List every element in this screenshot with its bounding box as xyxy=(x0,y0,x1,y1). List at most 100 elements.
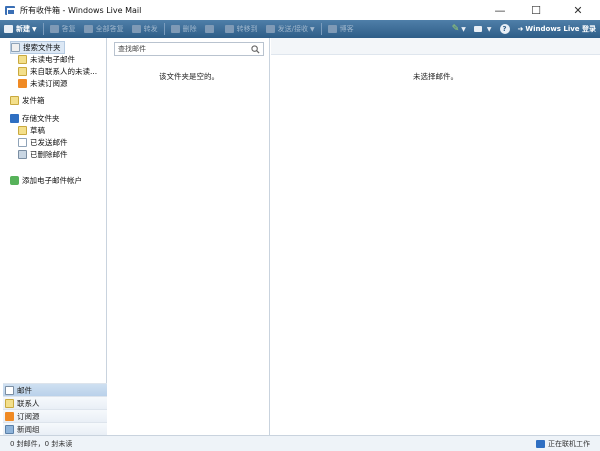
toolbar: 新建 ▼ 答复 全部答复 转发 删除 转移到 发送/接收 ▼ 博客 ✎ ▼ ▼ … xyxy=(0,20,600,38)
folder-label: 搜索文件夹 xyxy=(23,43,61,52)
reading-pane-header xyxy=(271,38,600,55)
search-icon[interactable] xyxy=(251,45,260,54)
forward-label: 转发 xyxy=(143,25,158,33)
blog-button[interactable]: 博客 xyxy=(324,20,358,38)
blog-icon xyxy=(327,25,337,33)
search-folder-icon xyxy=(11,43,20,52)
folder-label: 存储文件夹 xyxy=(22,114,60,123)
folder-outbox[interactable]: 发件箱 xyxy=(10,95,45,106)
send-receive-button[interactable]: 发送/接收 ▼ xyxy=(262,20,319,38)
search-input[interactable]: 查找邮件 xyxy=(114,42,264,56)
mail-app-icon xyxy=(5,5,15,15)
delete-label: 删除 xyxy=(182,25,197,33)
reply-button[interactable]: 答复 xyxy=(46,20,80,38)
folder-sent-items[interactable]: 已发送邮件 xyxy=(18,137,68,148)
reply-icon xyxy=(49,25,59,33)
new-button[interactable]: 新建 ▼ xyxy=(0,20,41,38)
window-title: 所有收件箱 - Windows Live Mail xyxy=(20,5,142,15)
message-count: 0 封邮件，0 封未读 xyxy=(10,439,73,448)
storage-folder-icon xyxy=(10,114,19,123)
trash-icon xyxy=(18,150,27,159)
toolbar-right-group: ✎ ▼ ▼ ? ➜ Windows Live 登录 xyxy=(448,20,600,38)
nav-label: 新闻组 xyxy=(17,424,40,434)
sent-items-icon xyxy=(18,138,27,147)
toolbar-divider xyxy=(163,23,165,35)
chevron-down-icon[interactable]: ▼ xyxy=(32,26,37,33)
folder-unread-from-contacts[interactable]: 来自联系人的未读... xyxy=(18,66,97,77)
move-to-button[interactable]: 转移到 xyxy=(221,20,262,38)
folder-label: 已发送邮件 xyxy=(30,138,68,147)
reply-all-icon xyxy=(83,25,93,33)
forward-icon xyxy=(131,25,141,33)
move-to-label: 转移到 xyxy=(236,25,258,33)
connection-status: 正在联机工作 xyxy=(536,439,590,449)
sign-in-label: Windows Live 登录 xyxy=(525,25,596,33)
new-label: 新建 xyxy=(16,25,30,33)
toolbar-divider xyxy=(320,23,322,35)
connection-label: 正在联机工作 xyxy=(548,439,590,448)
chevron-down-icon[interactable]: ▼ xyxy=(487,26,492,33)
new-mail-icon xyxy=(4,25,13,33)
nav-shortcuts: 邮件 联系人 订阅源 新闻组 xyxy=(3,383,107,435)
reply-all-button[interactable]: 全部答复 xyxy=(80,20,128,38)
nav-label: 邮件 xyxy=(17,385,32,395)
forward-button[interactable]: 转发 xyxy=(128,20,162,38)
nav-feeds[interactable]: 订阅源 xyxy=(3,409,107,422)
nav-mail[interactable]: 邮件 xyxy=(3,383,107,396)
send-receive-icon xyxy=(265,25,275,33)
rss-icon xyxy=(5,411,14,421)
toolbar-divider xyxy=(42,23,44,35)
nav-contacts[interactable]: 联系人 xyxy=(3,396,107,409)
title-bar: 所有收件箱 - Windows Live Mail — ☐ ✕ xyxy=(0,0,600,20)
folder-deleted-items[interactable]: 已删除邮件 xyxy=(18,149,68,160)
folder-unread-email[interactable]: 未读电子邮件 xyxy=(18,54,75,65)
folder-label: 来自联系人的未读... xyxy=(30,67,98,76)
close-button[interactable]: ✕ xyxy=(560,0,596,20)
nav-newsgroups[interactable]: 新闻组 xyxy=(3,422,107,435)
folder-search-folders[interactable]: 搜索文件夹 xyxy=(10,41,65,54)
folder-label: 未读订阅源 xyxy=(30,79,68,88)
add-account-label: 添加电子邮件帐户 xyxy=(22,176,82,185)
help-icon: ? xyxy=(499,24,510,34)
reply-all-label: 全部答复 xyxy=(95,25,124,33)
move-folder-icon xyxy=(224,25,234,33)
newsgroup-icon xyxy=(5,424,14,434)
minimize-button[interactable]: — xyxy=(482,0,518,20)
maximize-button[interactable]: ☐ xyxy=(518,0,554,20)
print-button[interactable] xyxy=(201,20,221,38)
computer-icon xyxy=(536,439,545,448)
delete-icon xyxy=(170,25,180,33)
message-list-pane: 查找邮件 该文件夹是空的。 xyxy=(108,38,270,435)
reply-label: 答复 xyxy=(61,25,76,33)
drafts-icon xyxy=(18,126,27,135)
add-account-link[interactable]: 添加电子邮件帐户 xyxy=(10,175,82,186)
outbox-icon xyxy=(10,96,19,105)
contacts-mail-icon xyxy=(18,67,27,76)
folder-storage-folders[interactable]: 存储文件夹 xyxy=(10,113,60,124)
reading-pane: 未选择邮件。 xyxy=(271,38,600,435)
sign-in-button[interactable]: ➜ Windows Live 登录 xyxy=(514,20,600,38)
blog-label: 博客 xyxy=(339,25,354,33)
search-placeholder: 查找邮件 xyxy=(118,45,146,53)
color-scheme-button[interactable]: ✎ ▼ xyxy=(448,20,470,38)
folder-pane: 搜索文件夹 未读电子邮件 来自联系人的未读... 未读订阅源 发件箱 存储文件夹… xyxy=(3,38,107,435)
folder-drafts[interactable]: 草稿 xyxy=(18,125,45,136)
contacts-icon xyxy=(5,398,14,408)
paint-brush-icon: ✎ xyxy=(451,24,460,34)
menu-icon xyxy=(473,26,482,32)
chevron-down-icon[interactable]: ▼ xyxy=(461,26,466,33)
folder-label: 未读电子邮件 xyxy=(30,55,75,64)
add-account-icon xyxy=(10,176,19,185)
folder-label: 已删除邮件 xyxy=(30,150,68,159)
folder-label: 草稿 xyxy=(30,126,45,135)
delete-button[interactable]: 删除 xyxy=(167,20,201,38)
mail-icon xyxy=(5,385,14,395)
folder-label: 发件箱 xyxy=(22,96,45,105)
menu-button[interactable]: ▼ xyxy=(470,20,496,38)
send-receive-label: 发送/接收 xyxy=(277,25,308,33)
help-button[interactable]: ? xyxy=(496,20,514,38)
folder-unread-feeds[interactable]: 未读订阅源 xyxy=(18,78,68,89)
printer-icon xyxy=(204,25,214,33)
nav-label: 订阅源 xyxy=(17,411,40,421)
chevron-down-icon[interactable]: ▼ xyxy=(310,26,315,33)
